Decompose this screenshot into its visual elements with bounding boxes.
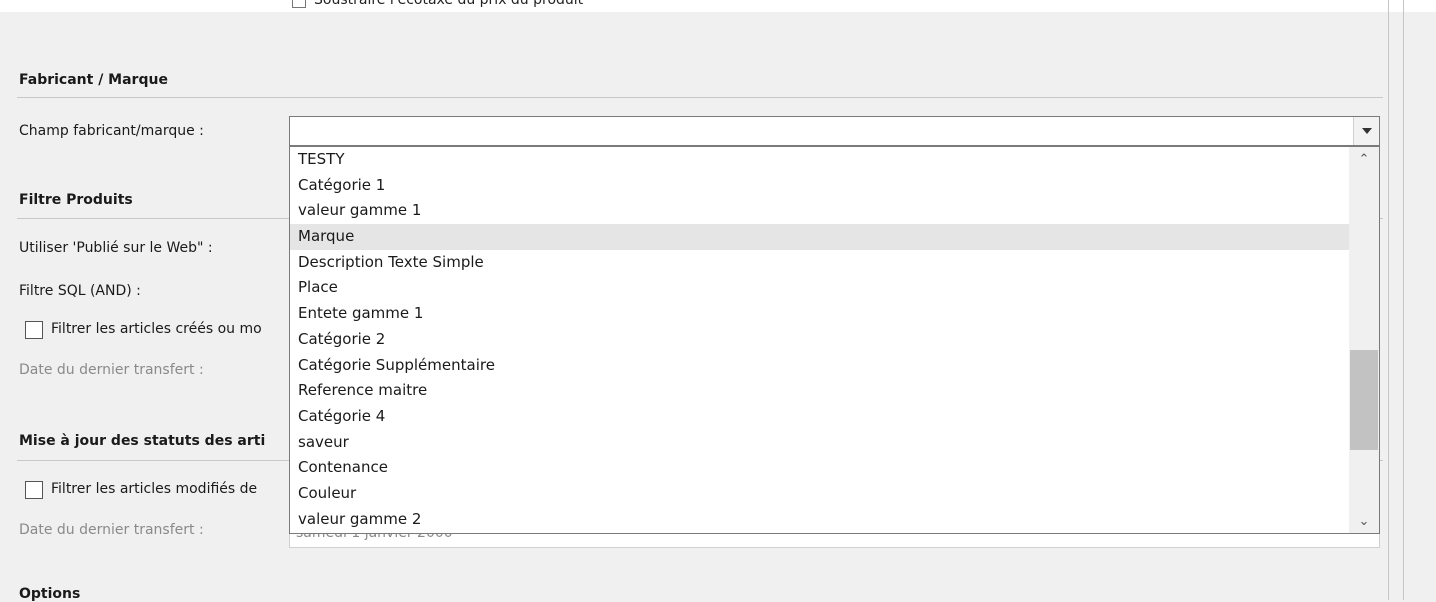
dropdown-option[interactable]: valeur gamme 2 (290, 507, 1350, 533)
dropdown-option[interactable]: Catégorie 1 (290, 173, 1350, 199)
section-separator (17, 97, 1383, 98)
chevron-up-icon[interactable]: ⌃ (1349, 147, 1379, 171)
dropdown-option[interactable]: Catégorie 2 (290, 327, 1350, 353)
fabricant-combobox[interactable] (289, 116, 1380, 146)
section-title-statuts: Mise à jour des statuts des arti (19, 433, 266, 449)
ecotaxe-label: Soustraire l'écotaxe du prix du produit (314, 0, 584, 8)
dropdown-option[interactable]: Contenance (290, 455, 1350, 481)
scrollbar-thumb[interactable] (1350, 349, 1378, 450)
filter-modified-checkbox[interactable] (25, 481, 43, 499)
dropdown-option[interactable]: Couleur (290, 481, 1350, 507)
filter-modified-label: Filtrer les articles modifiés de (51, 481, 258, 497)
dropdown-option[interactable]: Reference maitre (290, 378, 1350, 404)
dropdown-option[interactable]: Catégorie Supplémentaire (290, 353, 1350, 379)
combobox-dropdown-button[interactable] (1353, 117, 1379, 145)
filter-created-label: Filtrer les articles créés ou mo (51, 321, 262, 337)
sql-filter-label: Filtre SQL (AND) : (19, 283, 141, 299)
fabricant-field-label: Champ fabricant/marque : (19, 123, 204, 139)
web-filter-label: Utiliser 'Publié sur le Web" : (19, 240, 213, 256)
ecotaxe-checkbox[interactable] (292, 0, 306, 8)
filter-created-checkbox[interactable] (25, 321, 43, 339)
dropdown-option[interactable]: TESTY (290, 147, 1350, 173)
top-option-row: Soustraire l'écotaxe du prix du produit (0, 0, 1436, 12)
chevron-down-icon (1361, 128, 1372, 134)
section-title-fabricant: Fabricant / Marque (19, 72, 168, 88)
dropdown-option[interactable]: Entete gamme 1 (290, 301, 1350, 327)
dropdown-option[interactable]: saveur (290, 430, 1350, 456)
dropdown-option[interactable]: Marque (290, 224, 1350, 250)
panel-divider (1403, 0, 1404, 600)
dropdown-option[interactable]: Description Texte Simple (290, 250, 1350, 276)
fabricant-dropdown-list[interactable]: TESTY Catégorie 1 valeur gamme 1 Marque Desc… (289, 146, 1380, 534)
dropdown-scrollbar[interactable]: ⌃ ⌄ (1349, 147, 1379, 533)
dropdown-option[interactable]: Place (290, 275, 1350, 301)
last-transfer-label: Date du dernier transfert : (19, 362, 204, 378)
panel-divider (1388, 0, 1389, 600)
dropdown-option[interactable]: Catégorie 4 (290, 404, 1350, 430)
status-last-transfer-label: Date du dernier transfert : (19, 522, 204, 538)
dropdown-option[interactable]: valeur gamme 1 (290, 198, 1350, 224)
section-title-filtre: Filtre Produits (19, 192, 133, 208)
chevron-down-icon[interactable]: ⌄ (1349, 509, 1379, 533)
dropdown-items: TESTY Catégorie 1 valeur gamme 1 Marque Desc… (290, 147, 1350, 532)
